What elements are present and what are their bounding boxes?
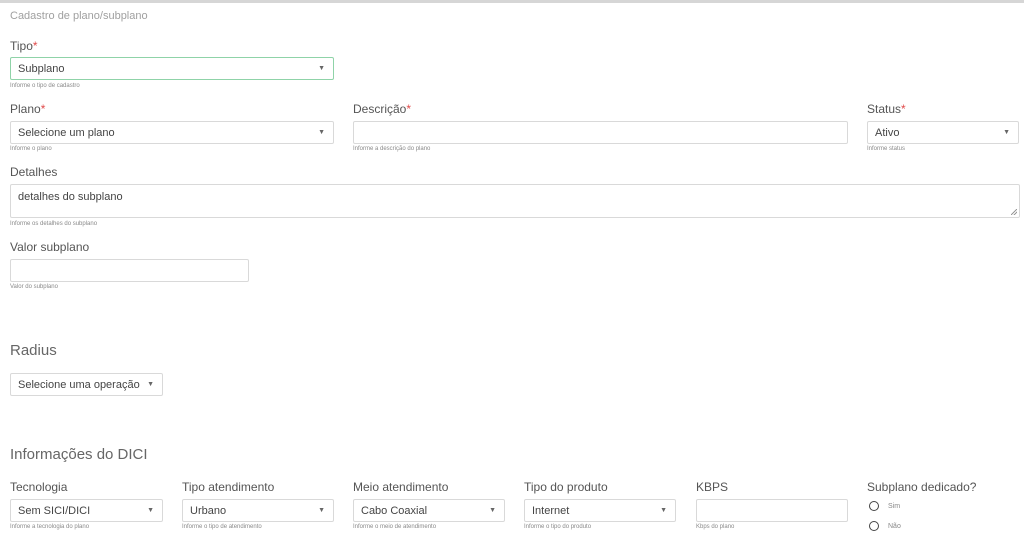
dedicado-label: Subplano dedicado? — [867, 480, 977, 494]
detalhes-textarea[interactable]: detalhes do subplano — [10, 184, 1020, 218]
dici-section-title: Informações do DICI — [10, 446, 148, 463]
plano-select-value: Selecione um plano — [18, 126, 115, 139]
plano-label: Plano* — [10, 102, 46, 116]
descricao-label: Descrição* — [353, 102, 412, 116]
kbps-input[interactable] — [696, 499, 848, 522]
status-help: Informe status — [867, 146, 906, 152]
tipo-produto-select[interactable]: Internet ▼ — [524, 499, 676, 522]
descricao-help: Informe a descrição do plano — [353, 146, 431, 152]
radius-operation-select[interactable]: Selecione uma operação ▼ — [10, 373, 163, 396]
tipo-label: Tipo* — [10, 39, 38, 53]
descricao-input[interactable] — [353, 121, 848, 144]
meio-atendimento-help: Informe o meio de atendimento — [353, 524, 437, 530]
status-select[interactable]: Ativo ▼ — [867, 121, 1019, 144]
radius-section-title: Radius — [10, 342, 57, 359]
tecnologia-select-value: Sem SICI/DICI — [18, 504, 91, 517]
radio-button[interactable] — [869, 501, 879, 511]
caret-down-icon: ▼ — [147, 381, 154, 388]
caret-down-icon: ▼ — [318, 65, 325, 72]
tipo-produto-label: Tipo do produto — [524, 480, 608, 494]
dedicado-option-sim[interactable]: Sim — [869, 501, 900, 511]
tecnologia-select[interactable]: Sem SICI/DICI ▼ — [10, 499, 163, 522]
caret-down-icon: ▼ — [660, 507, 667, 514]
radius-select-value: Selecione uma operação — [18, 378, 140, 391]
tipo-atendimento-help: Informe o tipo de atendimento — [182, 524, 262, 530]
plano-help: Informe o plano — [10, 146, 52, 152]
meio-atendimento-select-value: Cabo Coaxial — [361, 504, 428, 517]
caret-down-icon: ▼ — [1003, 129, 1010, 136]
tipo-help: Informe o tipo de cadastro — [10, 83, 80, 89]
dedicado-option-nao[interactable]: Não — [869, 521, 901, 531]
tecnologia-label: Tecnologia — [10, 480, 68, 494]
valor-help: Valor do subplano — [10, 284, 58, 290]
caret-down-icon: ▼ — [318, 129, 325, 136]
top-border — [0, 0, 1024, 3]
resize-grip-icon[interactable] — [1011, 209, 1017, 215]
kbps-help: Kbps do plano — [696, 524, 735, 530]
tecnologia-help: Informe a tecnologia do plano — [10, 524, 90, 530]
tipo-atendimento-select[interactable]: Urbano ▼ — [182, 499, 334, 522]
radio-label-sim: Sim — [888, 502, 901, 510]
radio-button[interactable] — [869, 521, 879, 531]
tipo-select-value: Subplano — [18, 62, 65, 75]
status-select-value: Ativo — [875, 126, 900, 139]
detalhes-value: detalhes do subplano — [18, 191, 123, 203]
valor-input[interactable] — [10, 259, 249, 282]
caret-down-icon: ▼ — [489, 507, 496, 514]
plano-select[interactable]: Selecione um plano ▼ — [10, 121, 334, 144]
kbps-label: KBPS — [696, 480, 729, 494]
tipo-produto-select-value: Internet — [532, 504, 570, 517]
detalhes-help: Informe os detalhes do subplano — [10, 221, 98, 227]
detalhes-label: Detalhes — [10, 165, 58, 179]
status-label: Status* — [867, 102, 906, 116]
radio-label-nao: Não — [888, 522, 901, 530]
tipo-atendimento-select-value: Urbano — [190, 504, 227, 517]
tipo-atendimento-label: Tipo atendimento — [182, 480, 275, 494]
tipo-select[interactable]: Subplano ▼ — [10, 57, 334, 80]
valor-label: Valor subplano — [10, 240, 90, 254]
caret-down-icon: ▼ — [147, 507, 154, 514]
meio-atendimento-select[interactable]: Cabo Coaxial ▼ — [353, 499, 505, 522]
page-title: Cadastro de plano/subplano — [10, 10, 148, 22]
meio-atendimento-label: Meio atendimento — [353, 480, 449, 494]
tipo-produto-help: Informe o tipo do produto — [524, 524, 592, 530]
caret-down-icon: ▼ — [318, 507, 325, 514]
